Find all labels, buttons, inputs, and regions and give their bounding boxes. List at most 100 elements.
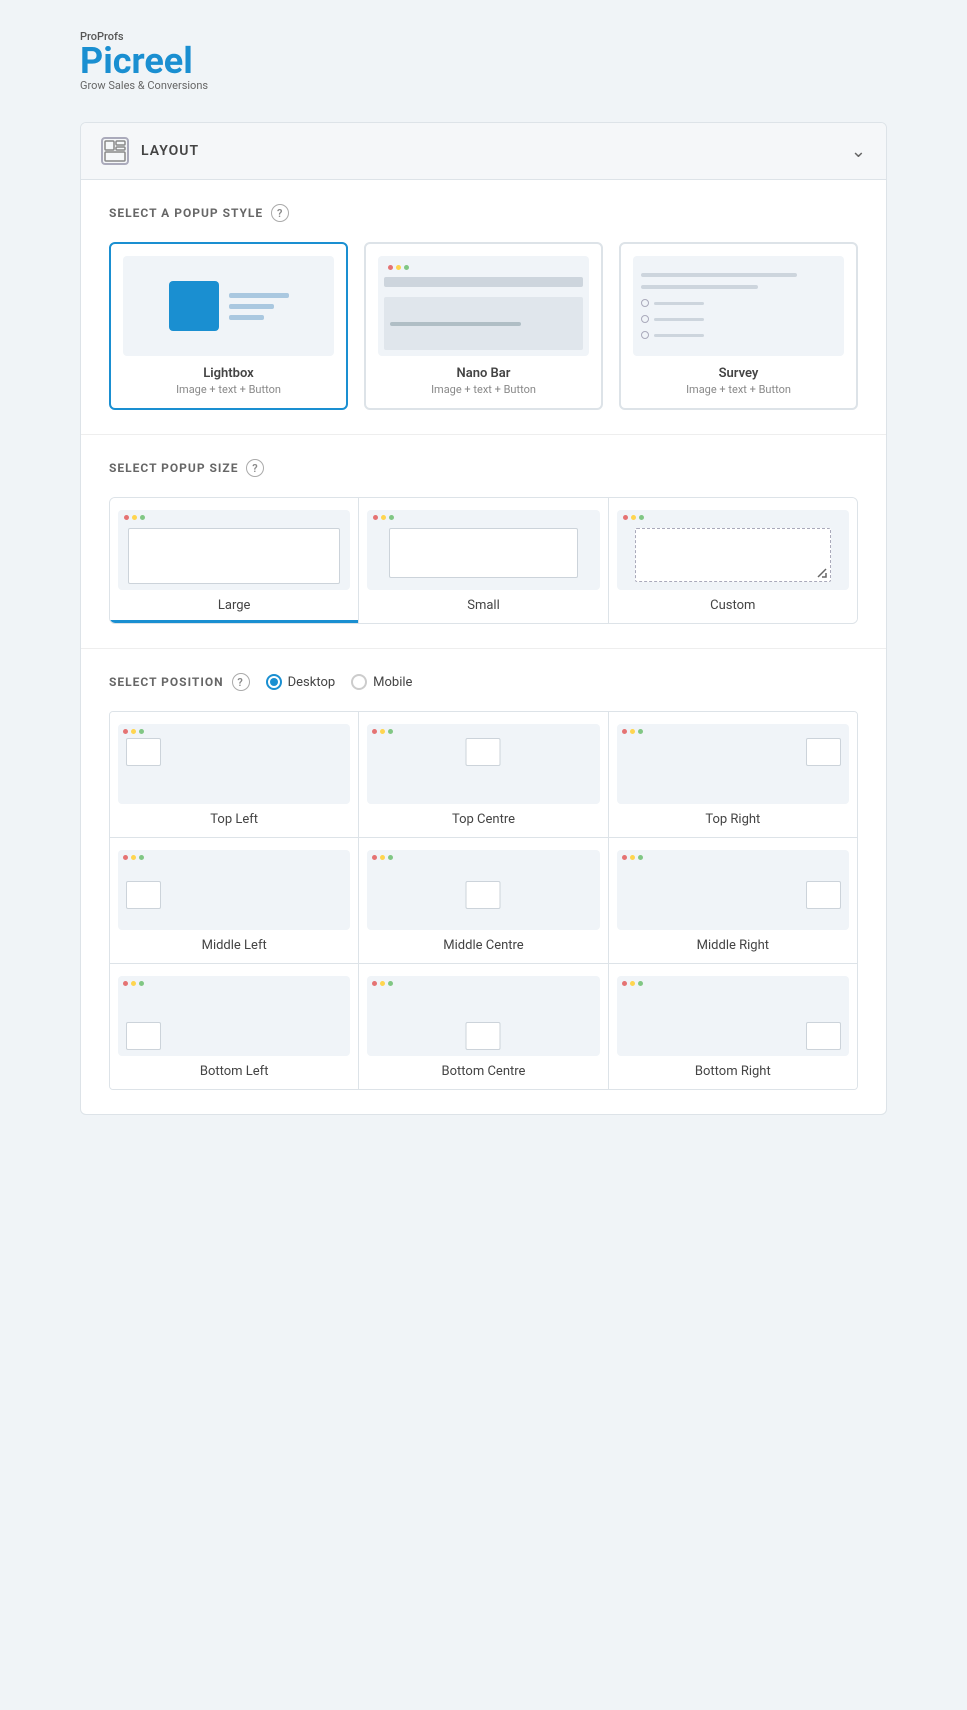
popup-size-help-icon[interactable]: ? — [246, 459, 264, 477]
resize-icon — [816, 567, 828, 579]
ml-window — [126, 881, 161, 909]
br-dot-r — [622, 981, 627, 986]
nb-dot-yellow — [396, 265, 401, 270]
top-right-label: Top Right — [617, 812, 849, 827]
position-help-icon[interactable]: ? — [232, 673, 250, 691]
custom-preview — [617, 510, 849, 590]
top-left-label: Top Left — [118, 812, 350, 827]
small-dot-red — [373, 515, 378, 520]
position-row-bottom: Bottom Left Bottom Centre — [110, 964, 857, 1089]
position-bottom-left[interactable]: Bottom Left — [110, 964, 359, 1089]
tr-dot-y — [630, 729, 635, 734]
br-dots — [617, 976, 849, 988]
nanobar-name: Nano Bar — [378, 366, 589, 381]
small-dot-yellow — [381, 515, 386, 520]
top-right-preview — [617, 724, 849, 804]
bot-right-preview — [617, 976, 849, 1056]
logo-picreel[interactable]: Picreel — [80, 43, 887, 79]
popup-style-lightbox[interactable]: Lightbox Image + text + Button — [109, 242, 348, 410]
nanobar-preview — [378, 256, 589, 356]
br-dot-g — [638, 981, 643, 986]
large-dot-red — [124, 515, 129, 520]
mobile-radio-label: Mobile — [373, 675, 412, 690]
ml-dot-r — [123, 855, 128, 860]
position-top-right[interactable]: Top Right — [609, 712, 857, 837]
mobile-radio[interactable]: Mobile — [351, 674, 412, 690]
position-top-centre[interactable]: Top Centre — [359, 712, 608, 837]
size-card-large[interactable]: Large — [110, 498, 359, 623]
tr-window — [806, 738, 841, 766]
position-row-top: Top Left Top Centre — [110, 712, 857, 838]
sv-radio-line — [654, 302, 704, 305]
bl-dot-g — [139, 981, 144, 986]
desktop-radio-circle — [266, 674, 282, 690]
mr-window — [806, 881, 841, 909]
position-middle-right[interactable]: Middle Right — [609, 838, 857, 963]
survey-name: Survey — [633, 366, 844, 381]
layout-header-left: LAYOUT — [101, 137, 199, 165]
position-bottom-centre[interactable]: Bottom Centre — [359, 964, 608, 1089]
mc-window — [466, 881, 501, 909]
small-window — [389, 528, 577, 578]
lightbox-name: Lightbox — [123, 366, 334, 381]
popup-style-help-icon[interactable]: ? — [271, 204, 289, 222]
mr-dots — [617, 850, 849, 862]
position-middle-centre[interactable]: Middle Centre — [359, 838, 608, 963]
layout-header[interactable]: LAYOUT ⌄ — [81, 123, 886, 180]
lightbox-desc: Image + text + Button — [123, 383, 334, 396]
size-card-small[interactable]: Small — [359, 498, 608, 623]
sv-line-1 — [641, 273, 797, 277]
sv-radio-circle — [641, 299, 649, 307]
tc-dots — [367, 724, 599, 736]
middle-left-label: Middle Left — [118, 938, 350, 953]
desktop-radio[interactable]: Desktop — [266, 674, 336, 690]
chevron-down-icon: ⌄ — [851, 141, 866, 162]
popup-style-title: SELECT A POPUP STYLE ? — [109, 204, 858, 222]
lb-line-1 — [229, 293, 289, 298]
top-centre-label: Top Centre — [367, 812, 599, 827]
bot-left-preview — [118, 976, 350, 1056]
custom-dots — [617, 510, 849, 523]
position-bottom-right[interactable]: Bottom Right — [609, 964, 857, 1089]
small-preview — [367, 510, 599, 590]
mobile-radio-circle — [351, 674, 367, 690]
tr-dots — [617, 724, 849, 736]
position-middle-left[interactable]: Middle Left — [110, 838, 359, 963]
middle-centre-label: Middle Centre — [367, 938, 599, 953]
layout-title: LAYOUT — [141, 143, 199, 159]
custom-window — [635, 528, 831, 582]
layout-icon — [101, 137, 129, 165]
bl-dot-y — [131, 981, 136, 986]
mc-dots — [367, 850, 599, 862]
nanobar-desc: Image + text + Button — [378, 383, 589, 396]
popup-style-nanobar[interactable]: Nano Bar Image + text + Button — [364, 242, 603, 410]
ml-dot-y — [131, 855, 136, 860]
survey-desc: Image + text + Button — [633, 383, 844, 396]
popup-size-section: SELECT POPUP SIZE ? Large — [81, 435, 886, 649]
mc-dot-g — [388, 855, 393, 860]
device-radio-group: Desktop Mobile — [266, 674, 413, 690]
survey-preview — [633, 256, 844, 356]
small-dot-green — [389, 515, 394, 520]
position-top-left[interactable]: Top Left — [110, 712, 359, 837]
bc-dot-g — [388, 981, 393, 986]
popup-style-survey[interactable]: Survey Image + text + Button — [619, 242, 858, 410]
tl-dot-r — [123, 729, 128, 734]
lb-line-2 — [229, 304, 274, 309]
large-dot-yellow — [132, 515, 137, 520]
size-card-custom[interactable]: Custom — [609, 498, 857, 623]
position-title: SELECT POSITION ? — [109, 673, 250, 691]
mid-right-preview — [617, 850, 849, 930]
small-label: Small — [367, 598, 599, 613]
nb-dots — [384, 262, 583, 273]
sv-line-2 — [641, 285, 758, 289]
nb-content-area — [384, 297, 583, 350]
custom-dot-green — [639, 515, 644, 520]
bl-window — [126, 1022, 161, 1050]
nb-top-bar — [384, 277, 583, 287]
sv-radio-1 — [641, 299, 836, 307]
top-left-preview — [118, 724, 350, 804]
mr-dot-g — [638, 855, 643, 860]
lightbox-preview — [123, 256, 334, 356]
large-window — [128, 528, 340, 584]
